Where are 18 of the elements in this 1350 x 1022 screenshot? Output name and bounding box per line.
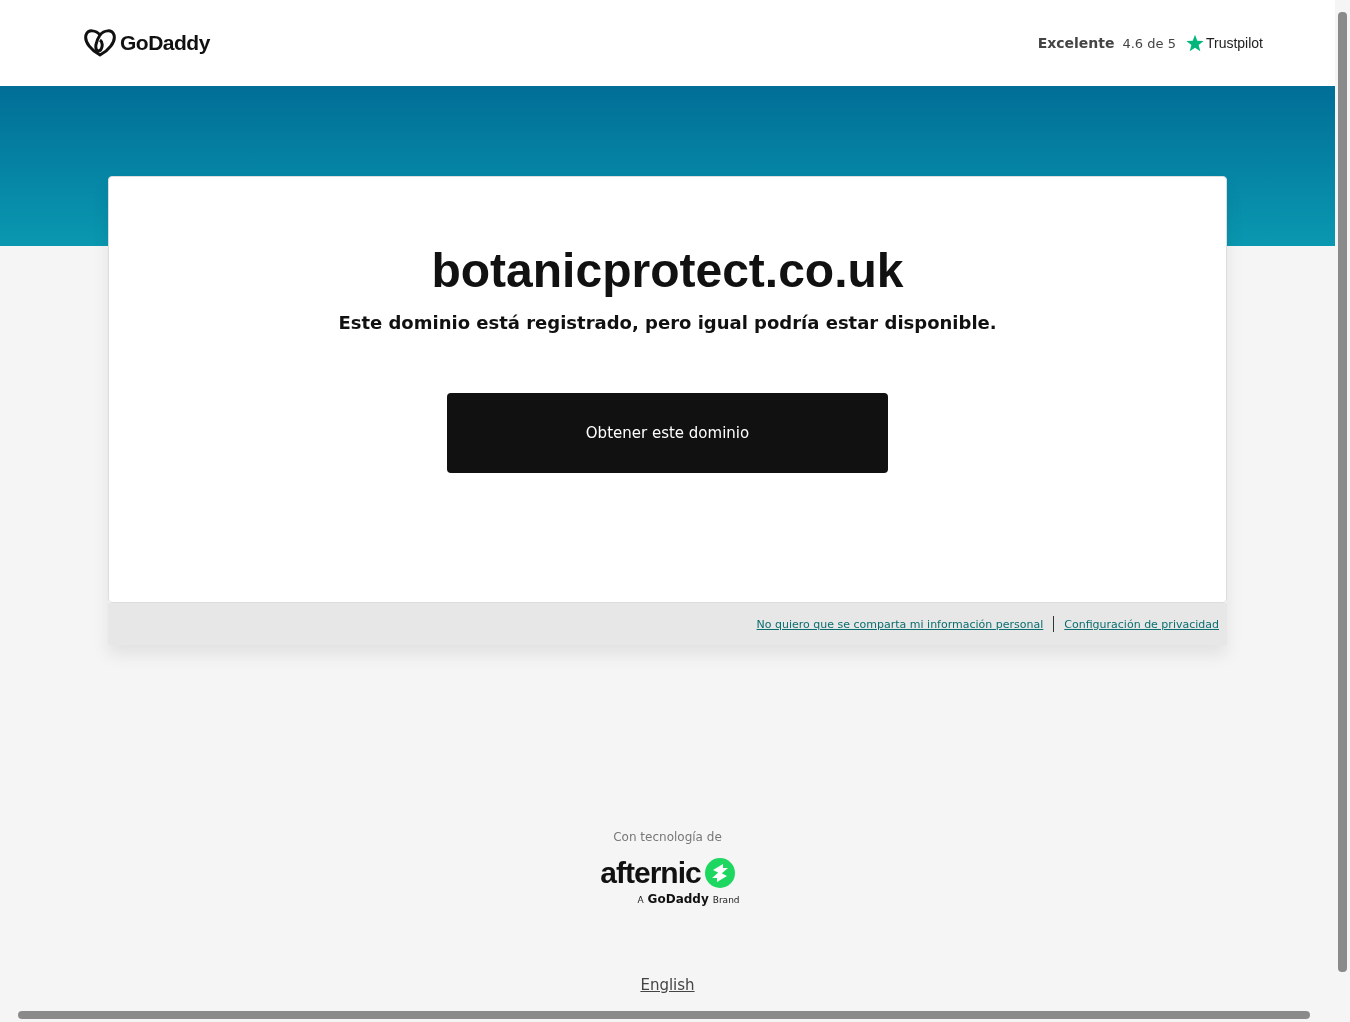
arrows-logo-icon	[704, 858, 735, 888]
brand-prefix: A	[637, 895, 644, 905]
logo-icon	[84, 29, 116, 57]
domain-title: botanicprotect.co.uk	[431, 243, 904, 298]
language-link[interactable]: English	[640, 976, 695, 994]
rating-label: Excelente	[1037, 35, 1115, 51]
star-icon	[1185, 34, 1204, 52]
afternic-logo-text: afternic	[600, 856, 701, 890]
brand-suffix: Brand	[712, 895, 740, 905]
status-message: Este dominio está registrado, pero igual podría estar disponible.	[338, 312, 997, 333]
trustpilot-text: Trustpilot	[1205, 35, 1263, 51]
privacy-link[interactable]: Configuración de privacidad	[1064, 617, 1219, 631]
godaddy-text: GoDaddy	[647, 892, 709, 906]
logo-text: GoDaddy	[120, 31, 210, 55]
rating-score: 4.6 de 5	[1122, 35, 1176, 51]
get-domain-button[interactable]: Obtener este dominio	[447, 393, 888, 473]
privacy-link[interactable]: No quiero que se comparta mi información personal	[756, 617, 1044, 631]
powered-by-text: Con tecnología de	[613, 830, 722, 844]
